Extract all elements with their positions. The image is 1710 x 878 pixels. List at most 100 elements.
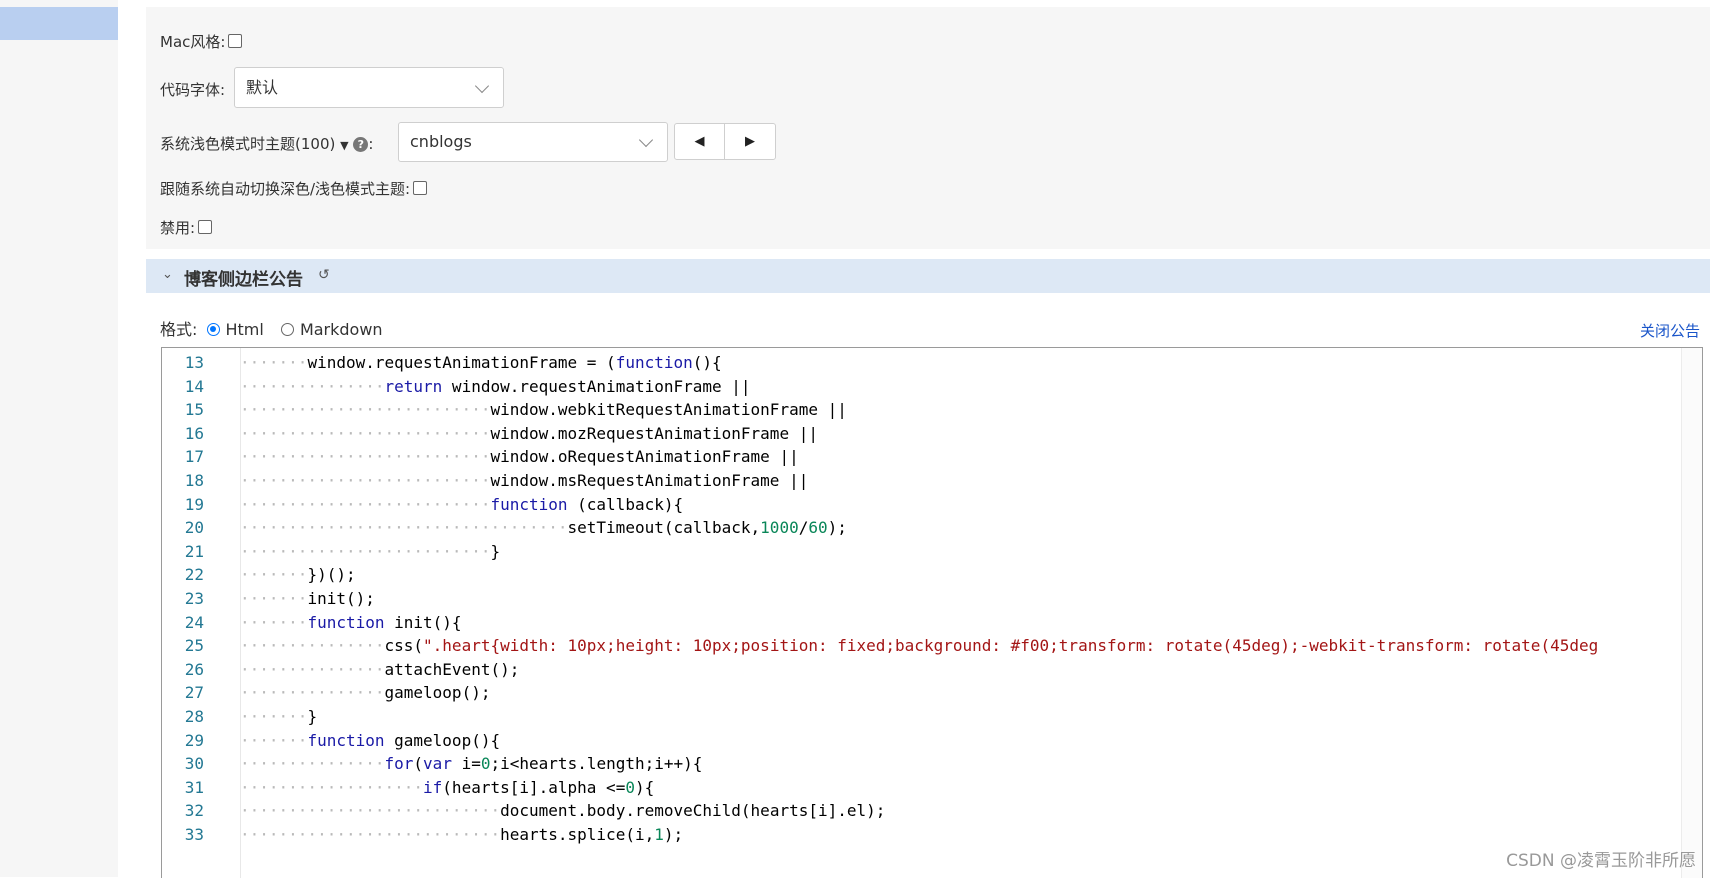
code-token: ".heart{width: 10px;height: 10px;positio… bbox=[423, 636, 1599, 656]
html-radio-label[interactable]: Html bbox=[226, 320, 264, 339]
section-title: 博客侧边栏公告 bbox=[184, 270, 303, 290]
code-token: hearts.splice(i, bbox=[500, 825, 655, 844]
line-text: ·······window.requestAnimationFrame = (f… bbox=[240, 350, 722, 376]
line-text: ·······init(); bbox=[240, 586, 375, 612]
code-token: ); bbox=[663, 825, 684, 844]
code-token: (callback){ bbox=[567, 494, 684, 514]
line-number: 19 bbox=[184, 494, 204, 514]
code-token: init(){ bbox=[384, 612, 462, 632]
line-number: 16 bbox=[184, 423, 204, 443]
code-token: css( bbox=[384, 636, 424, 656]
code-line[interactable]: 20 ··································setT… bbox=[162, 515, 1702, 541]
code-token: window.mozRequestAnimationFrame || bbox=[490, 423, 818, 443]
code-token: })(); bbox=[307, 565, 356, 585]
code-line[interactable]: 13 ·······window.requestAnimationFrame = … bbox=[162, 350, 1702, 376]
indent-guide: ··············· bbox=[240, 754, 385, 774]
next-theme-button[interactable]: ▶ bbox=[724, 123, 776, 160]
code-token: ); bbox=[827, 518, 847, 538]
code-line[interactable]: 23 ·······init(); bbox=[162, 586, 1702, 612]
code-line[interactable]: 18 ··························window.msReq… bbox=[162, 468, 1702, 494]
line-number: 18 bbox=[184, 471, 204, 490]
light-theme-label: 系统浅色模式时主题(100) bbox=[160, 135, 336, 153]
code-token: gameloop(); bbox=[384, 683, 491, 703]
auto-switch-checkbox[interactable] bbox=[413, 181, 428, 195]
code-token: function bbox=[307, 730, 385, 750]
line-number: 25 bbox=[184, 636, 204, 656]
html-radio[interactable] bbox=[206, 323, 220, 336]
code-line[interactable]: 27 ···············gameloop(); bbox=[162, 680, 1702, 706]
watermark: CSDN @凌霄玉阶非所愿 bbox=[1506, 851, 1696, 871]
section-header[interactable]: ⌄ 博客侧边栏公告 ↺ bbox=[146, 259, 1710, 293]
code-token: } bbox=[307, 707, 318, 726]
code-line[interactable]: 24 ·······function init(){ bbox=[162, 610, 1702, 636]
line-text: ··································setTim… bbox=[240, 515, 847, 541]
line-text: ···············attachEvent(); bbox=[240, 657, 519, 683]
indent-guide: ······· bbox=[240, 612, 308, 632]
auto-switch-label: 跟随系统自动切换深色/浅色模式主题: bbox=[160, 180, 411, 198]
code-line[interactable]: 22 ·······})(); bbox=[162, 562, 1702, 588]
chevron-down-icon bbox=[638, 132, 654, 148]
line-text: ·······} bbox=[240, 704, 317, 730]
indent-guide: ··························· bbox=[240, 825, 501, 844]
chevron-down-icon bbox=[474, 78, 490, 93]
line-number: 14 bbox=[184, 376, 204, 396]
disable-checkbox[interactable] bbox=[198, 220, 213, 234]
left-nav-active-item[interactable] bbox=[0, 7, 118, 40]
code-editor[interactable]: 13 ·······window.requestAnimationFrame = … bbox=[161, 347, 1703, 878]
code-token: (){ bbox=[692, 353, 722, 372]
line-number: 15 bbox=[184, 400, 204, 420]
code-token: 0 bbox=[625, 777, 635, 797]
code-token: window.oRequestAnimationFrame || bbox=[490, 447, 799, 467]
line-number: 24 bbox=[184, 612, 204, 632]
indent-guide: ······· bbox=[240, 707, 308, 726]
code-line[interactable]: 29 ·······function gameloop(){ bbox=[162, 728, 1702, 754]
code-line[interactable]: 21 ··························} bbox=[162, 539, 1702, 565]
code-line[interactable]: 15 ··························window.webki… bbox=[162, 397, 1702, 423]
line-text: ···············gameloop(); bbox=[240, 680, 490, 706]
code-token: 60 bbox=[808, 518, 828, 538]
line-text: ···························hearts.splice… bbox=[240, 822, 683, 848]
vertical-scrollbar[interactable] bbox=[1681, 348, 1702, 878]
line-text: ···············css(".heart{width: 10px;h… bbox=[240, 633, 1598, 659]
code-line[interactable]: 32 ···························document.bo… bbox=[162, 798, 1702, 824]
code-line[interactable]: 26 ···············attachEvent(); bbox=[162, 657, 1702, 683]
indent-guide: ··············· bbox=[240, 659, 385, 679]
code-line[interactable]: 14 ···············return window.requestAn… bbox=[162, 374, 1702, 400]
markdown-radio-label[interactable]: Markdown bbox=[300, 320, 383, 339]
light-theme-select[interactable]: cnblogs bbox=[398, 122, 668, 162]
line-text: ···························document.body… bbox=[240, 798, 885, 824]
code-token: function bbox=[307, 612, 385, 632]
line-text: ···················if(hearts[i].alpha <=… bbox=[240, 775, 654, 801]
code-line[interactable]: 28 ·······} bbox=[162, 704, 1702, 730]
close-notice-link[interactable]: 关闭公告 bbox=[1640, 320, 1700, 341]
history-icon[interactable]: ↺ bbox=[318, 267, 330, 283]
code-line[interactable]: 25 ···············css(".heart{width: 10px… bbox=[162, 633, 1702, 659]
line-text: ··························} bbox=[240, 539, 500, 565]
code-token: attachEvent(); bbox=[384, 659, 520, 679]
code-line[interactable]: 31 ···················if(hearts[i].alpha … bbox=[162, 775, 1702, 801]
code-line[interactable]: 30 ···············for(var i=0;i<hearts.le… bbox=[162, 751, 1702, 777]
code-line[interactable]: 17 ··························window.oRequ… bbox=[162, 444, 1702, 470]
code-line[interactable]: 19 ··························function (ca… bbox=[162, 492, 1702, 518]
code-token: } bbox=[490, 541, 501, 561]
line-text: ·······})(); bbox=[240, 562, 356, 588]
help-icon[interactable]: ? bbox=[353, 137, 369, 152]
prev-theme-button[interactable]: ◀ bbox=[674, 123, 725, 160]
code-line[interactable]: 16 ··························window.mozRe… bbox=[162, 421, 1702, 447]
mac-style-checkbox[interactable] bbox=[228, 34, 243, 48]
code-font-select[interactable]: 默认 bbox=[234, 67, 504, 108]
indent-guide: ··················· bbox=[240, 777, 424, 797]
line-text: ··························window.msReque… bbox=[240, 468, 808, 494]
light-theme-colon: : bbox=[368, 135, 374, 153]
code-token: if bbox=[423, 777, 443, 797]
code-token: 1000 bbox=[760, 518, 799, 538]
auto-switch-row: 跟随系统自动切换深色/浅色模式主题: bbox=[160, 178, 428, 199]
markdown-radio[interactable] bbox=[280, 323, 294, 336]
collapse-chevron-icon[interactable]: ⌄ bbox=[162, 267, 173, 282]
line-number: 26 bbox=[184, 659, 204, 679]
line-number: 23 bbox=[184, 589, 204, 608]
line-text: ·······function gameloop(){ bbox=[240, 728, 500, 754]
line-number: 30 bbox=[184, 754, 204, 774]
chevron-down-icon[interactable]: ▼ bbox=[340, 139, 348, 152]
code-line[interactable]: 33 ···························hearts.spli… bbox=[162, 822, 1702, 848]
